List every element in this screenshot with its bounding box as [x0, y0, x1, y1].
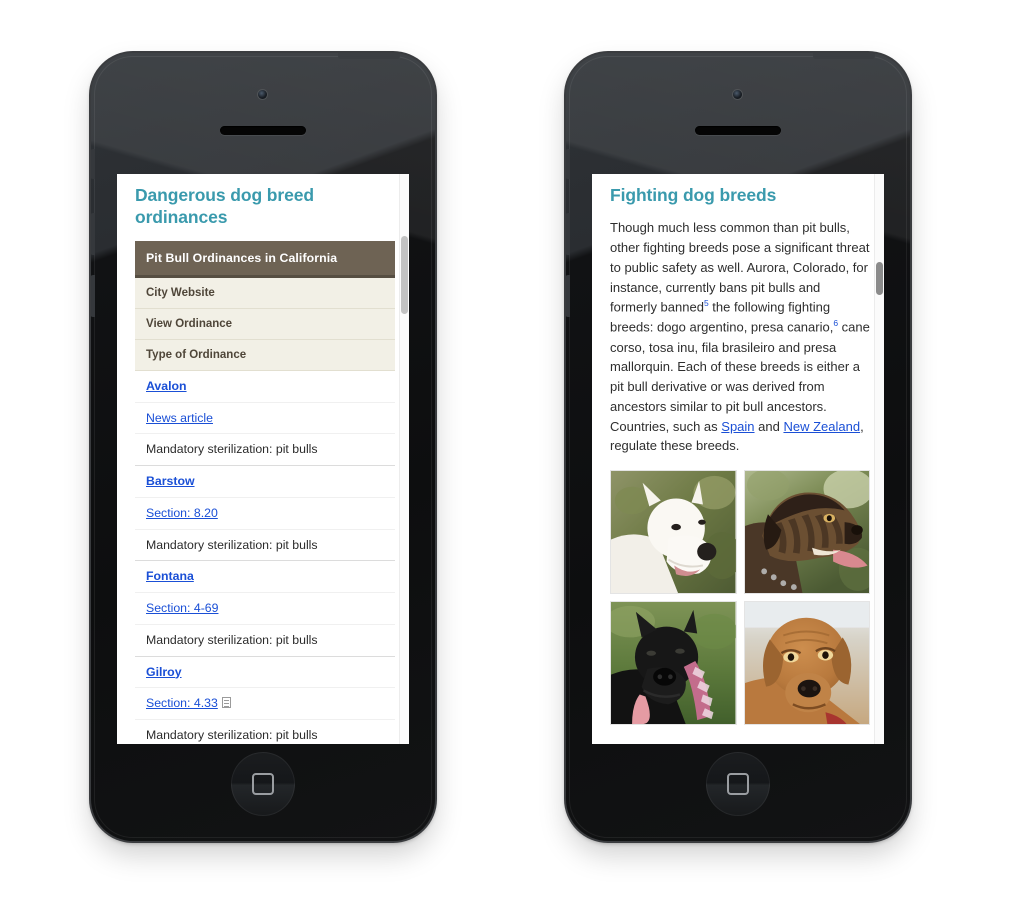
volume-down-button[interactable] [566, 275, 570, 317]
cell-ordinance-type: Mandatory sterilization: pit bulls [135, 433, 395, 467]
cell-ordinance-link[interactable]: Section: 8.20 [135, 497, 395, 530]
right-scrollbar[interactable] [874, 174, 884, 744]
table-row: Mandatory sterilization: pit bulls [135, 624, 395, 657]
ordinance-link[interactable]: Section: 4-69 [146, 601, 218, 615]
home-square-icon [727, 773, 749, 795]
right-page-content: Fighting dog breeds Though much less com… [592, 174, 884, 726]
right-webview[interactable]: Fighting dog breeds Though much less com… [592, 174, 884, 744]
table-column-header-row: View Ordinance [135, 308, 395, 340]
document-icon[interactable] [221, 697, 231, 709]
table-row: Section: 4-69 [135, 592, 395, 625]
table-row: Mandatory sterilization: pit bulls [135, 433, 395, 467]
city-link[interactable]: Barstow [146, 474, 195, 488]
left-page-content: Dangerous dog breed ordinances Pit Bull … [117, 174, 409, 744]
speaker-grille [220, 126, 306, 135]
cell-ordinance-type: Mandatory sterilization: pit bulls [135, 624, 395, 657]
cell-city[interactable]: Gilroy [135, 656, 395, 689]
cell-ordinance-link[interactable]: News article [135, 402, 395, 435]
table-caption-row: Pit Bull Ordinances in California [135, 240, 395, 278]
table-row: Mandatory sterilization: pit bulls [135, 719, 395, 744]
city-link[interactable]: Fontana [146, 569, 194, 583]
dog-photo-grid [610, 470, 870, 726]
table-caption: Pit Bull Ordinances in California [135, 240, 395, 278]
right-phone-body: Fighting dog breeds Though much less com… [566, 53, 910, 841]
table-row: Section: 4.33 [135, 687, 395, 721]
column-header-city-website: City Website [135, 276, 395, 309]
cell-city[interactable]: Barstow [135, 465, 395, 498]
table-row: Avalon [135, 370, 395, 403]
power-button[interactable] [338, 53, 400, 59]
column-header-view-ordinance: View Ordinance [135, 308, 395, 340]
spain-link[interactable]: Spain [721, 419, 754, 434]
right-scrollbar-thumb[interactable] [876, 262, 883, 295]
volume-up-button[interactable] [91, 213, 95, 255]
table-row: Section: 8.20 [135, 497, 395, 530]
article-paragraph: Though much less common than pit bulls, … [610, 218, 870, 456]
cell-ordinance-type: Mandatory sterilization: pit bulls [135, 529, 395, 562]
ordinance-link[interactable]: Section: 8.20 [146, 506, 218, 520]
table-column-header-row: Type of Ordinance [135, 339, 395, 371]
cell-city[interactable]: Fontana [135, 560, 395, 594]
presa-canario-photo[interactable] [743, 470, 870, 595]
left-webview[interactable]: Dangerous dog breed ordinances Pit Bull … [117, 174, 409, 744]
table-row: Barstow [135, 465, 395, 498]
speaker-grille [695, 126, 781, 135]
right-phone: Fighting dog breeds Though much less com… [558, 47, 918, 847]
left-scrollbar[interactable] [399, 174, 409, 744]
left-phone: Dangerous dog breed ordinances Pit Bull … [83, 47, 443, 847]
right-phone-screen[interactable]: Fighting dog breeds Though much less com… [592, 174, 884, 744]
city-link[interactable]: Avalon [146, 379, 187, 393]
new-zealand-link[interactable]: New Zealand [783, 419, 860, 434]
table-row: Mandatory sterilization: pit bulls [135, 529, 395, 562]
camera-icon [258, 90, 267, 99]
camera-icon [733, 90, 742, 99]
cell-ordinance-link[interactable]: Section: 4.33 [135, 687, 395, 721]
table-column-header-row: City Website [135, 276, 395, 309]
table-row: News article [135, 402, 395, 435]
city-link[interactable]: Gilroy [146, 665, 182, 679]
mute-switch[interactable] [566, 149, 570, 179]
ordinances-table: Pit Bull Ordinances in California City W… [135, 240, 395, 744]
volume-up-button[interactable] [566, 213, 570, 255]
mute-switch[interactable] [91, 149, 95, 179]
volume-down-button[interactable] [91, 275, 95, 317]
paragraph-part-4: and [754, 418, 784, 434]
tosa-inu-photo[interactable] [743, 601, 870, 726]
ordinance-link[interactable]: Section: 4.33 [146, 696, 218, 710]
table-row: Fontana [135, 560, 395, 594]
home-button[interactable] [231, 752, 295, 816]
power-button[interactable] [813, 53, 875, 59]
page-title: Dangerous dog breed ordinances [135, 185, 314, 228]
dogo-argentino-photo[interactable] [610, 470, 737, 595]
cell-ordinance-link[interactable]: Section: 4-69 [135, 592, 395, 625]
cane-corso-photo[interactable] [610, 601, 737, 726]
paragraph-part-3: cane corso, tosa inu, fila brasileiro an… [610, 319, 870, 434]
home-button[interactable] [706, 752, 770, 816]
column-header-type-of-ordinance: Type of Ordinance [135, 339, 395, 371]
cell-city[interactable]: Avalon [135, 370, 395, 403]
page-title: Fighting dog breeds [610, 185, 777, 205]
table-row: Gilroy [135, 656, 395, 689]
cell-ordinance-type: Mandatory sterilization: pit bulls [135, 719, 395, 744]
left-phone-body: Dangerous dog breed ordinances Pit Bull … [91, 53, 435, 841]
left-scrollbar-thumb[interactable] [401, 236, 408, 314]
left-phone-screen[interactable]: Dangerous dog breed ordinances Pit Bull … [117, 174, 409, 744]
home-square-icon [252, 773, 274, 795]
ordinance-link[interactable]: News article [146, 411, 213, 425]
